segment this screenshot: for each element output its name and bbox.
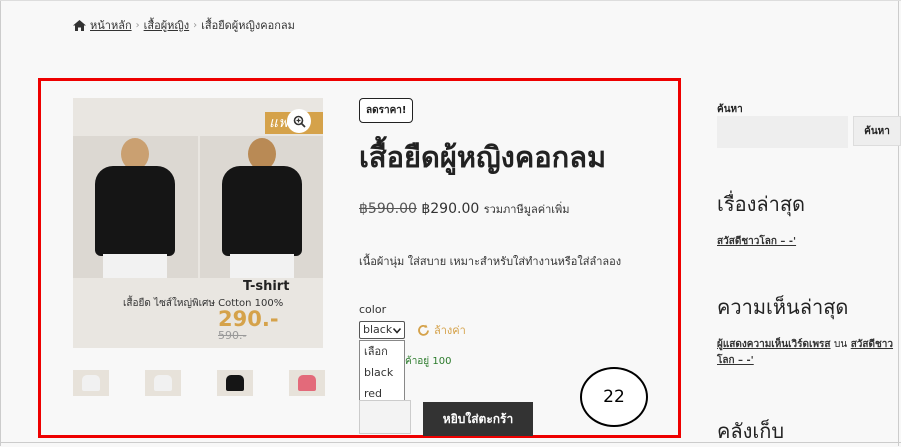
sale-badge: ลดราคา!: [359, 98, 414, 123]
thumbnail-3[interactable]: [217, 370, 253, 396]
thumbnail-4[interactable]: [289, 370, 325, 396]
annotation-number: 22: [580, 367, 648, 427]
breadcrumb: หน้าหลัก › เสื้อผู้หญิง › เสื้อยืดผู้หญิ…: [73, 16, 295, 34]
frame-left: [0, 1, 1, 446]
recent-post-link[interactable]: สวัสดีชาวโลก – -': [717, 234, 796, 249]
archive-heading: คลังเก็บ: [717, 419, 785, 443]
color-select-value: black: [363, 323, 393, 336]
add-to-cart-button[interactable]: หยิบใส่ตะกร้า: [423, 402, 533, 436]
product-image[interactable]: แฟชั่น T-shirt เสื้อยืด ไซส์ใหญ่พิเศษ Co…: [73, 98, 323, 348]
frame-right: [898, 1, 899, 446]
breadcrumb-home[interactable]: หน้าหลัก: [90, 16, 132, 34]
image-old-price: 590.-: [218, 329, 247, 342]
comment-author-link[interactable]: ผู้แสดงความเห็นเวิร์ดเพรส: [717, 339, 831, 350]
stock-status: ค้าอยู่ 100: [405, 356, 452, 367]
color-option[interactable]: black: [360, 362, 404, 383]
recent-comment: ผู้แสดงความเห็นเวิร์ดเพรส บน สวัสดีชาวโล…: [717, 337, 895, 369]
image-tshirt-label: T-shirt: [243, 279, 290, 294]
thumbnail-2[interactable]: [145, 370, 181, 396]
home-icon: [73, 19, 86, 31]
color-option[interactable]: เลือก: [360, 341, 404, 362]
recent-posts-heading: เรื่องล่าสุด: [717, 192, 806, 216]
chevron-down-icon: [393, 328, 401, 334]
price: ฿590.00 ฿290.00 รวมภาษีมูลค่าเพิ่ม: [359, 200, 570, 218]
product-title: เสื้อยืดผู้หญิงคอกลม: [359, 140, 607, 174]
clear-label: ล้างค่า: [434, 324, 466, 337]
image-price: 290.-: [218, 307, 279, 331]
breadcrumb-category[interactable]: เสื้อผู้หญิง: [144, 16, 190, 34]
product-description: เนื้อผ้านุ่ม ใส่สบาย เหมาะสำหรับใส่ทำงาน…: [359, 255, 622, 268]
thumbnail-1[interactable]: [73, 370, 109, 396]
clear-button[interactable]: ล้างค่า: [417, 321, 466, 339]
new-price: ฿290.00: [421, 201, 480, 217]
breadcrumb-separator: ›: [193, 19, 198, 31]
breadcrumb-current: เสื้อยืดผู้หญิงคอกลม: [201, 19, 295, 32]
search-label: ค้นหา: [717, 104, 743, 115]
comment-on: บน: [834, 339, 848, 350]
search-input[interactable]: [717, 116, 848, 148]
color-select[interactable]: black: [359, 321, 405, 339]
search-button[interactable]: ค้นหา: [853, 116, 901, 146]
recent-comments-heading: ความเห็นล่าสุด: [717, 295, 849, 319]
quantity-input[interactable]: [359, 400, 411, 434]
color-label: color: [359, 303, 387, 316]
refresh-icon: [418, 324, 429, 336]
model-front: [73, 136, 198, 278]
breadcrumb-separator: ›: [135, 19, 140, 31]
model-back: [200, 136, 323, 278]
price-note: รวมภาษีมูลค่าเพิ่ม: [483, 203, 570, 216]
zoom-icon[interactable]: [287, 109, 311, 133]
old-price: ฿590.00: [359, 201, 417, 217]
thumbnail-list: [73, 370, 325, 396]
